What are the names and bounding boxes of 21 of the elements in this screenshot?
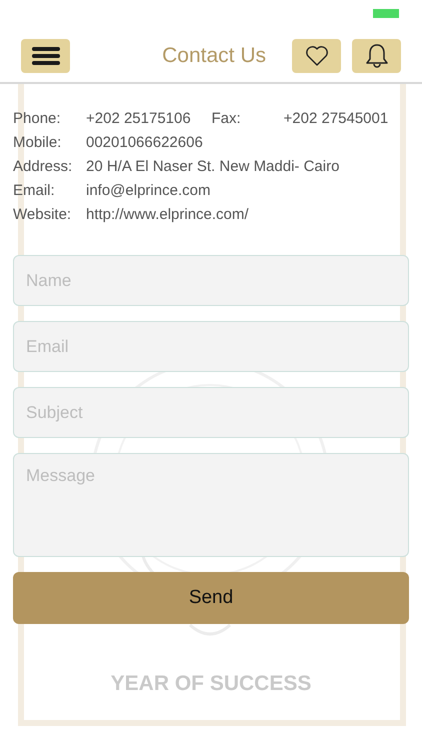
info-label: Address:	[13, 157, 74, 176]
notifications-button[interactable]	[352, 39, 401, 73]
favorites-button[interactable]	[292, 39, 341, 73]
menu-button[interactable]	[21, 39, 70, 73]
info-label: Website:	[13, 205, 72, 224]
page-title: Contact Us	[162, 44, 266, 67]
info-value: 20 H/A El Naser St. New Maddi- Cairo	[86, 157, 340, 176]
menu-icon	[30, 46, 60, 66]
heart-icon	[304, 45, 328, 67]
info-value: 00201066622606	[86, 133, 204, 152]
info-label: Mobile:	[13, 133, 62, 152]
info-label: Email:	[13, 181, 56, 200]
bell-icon	[364, 43, 388, 69]
info-value: info@elprince.com	[86, 181, 212, 200]
info-value: +202 27545001	[284, 109, 390, 128]
info-value: http://www.elprince.com/	[86, 205, 250, 224]
info-label: Fax:	[212, 109, 242, 128]
info-label: Phone:	[13, 109, 62, 128]
send-button[interactable]: Send	[13, 572, 409, 624]
battery-icon	[373, 9, 399, 18]
info-value: +202 25175106	[86, 109, 192, 128]
